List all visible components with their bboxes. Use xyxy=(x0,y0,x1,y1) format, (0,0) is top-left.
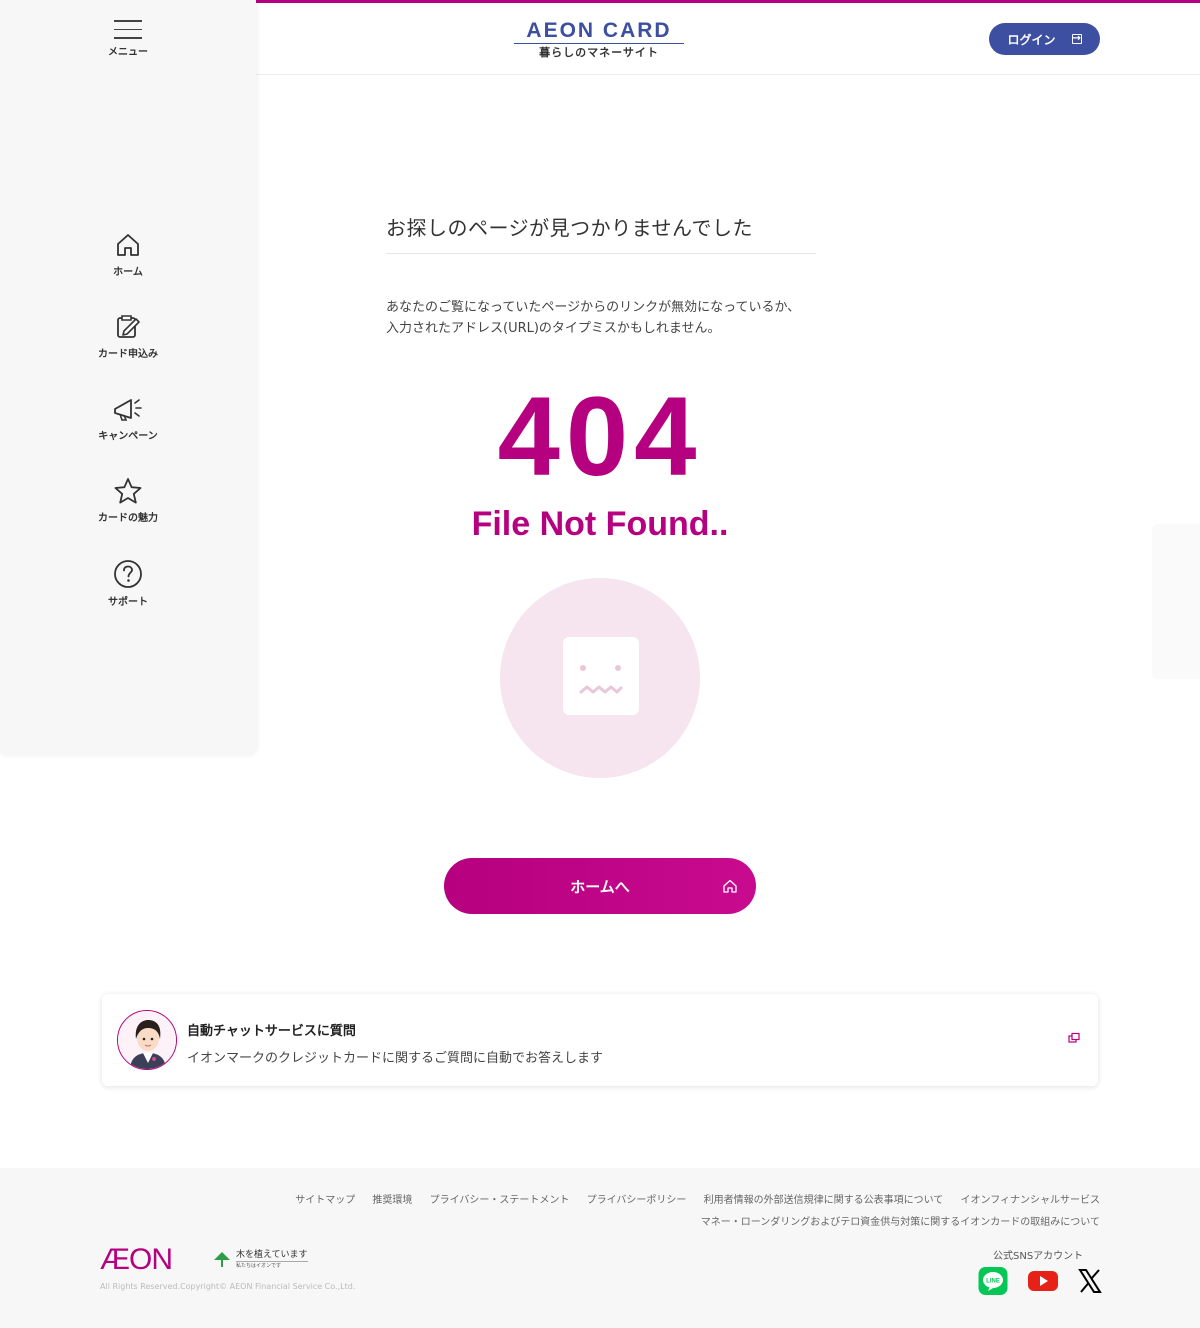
line-link[interactable]: LINE xyxy=(978,1267,1008,1295)
line-icon: LINE xyxy=(978,1267,1008,1295)
error-code: 404 xyxy=(497,374,703,499)
sidebar-item-label: ホーム xyxy=(113,267,143,278)
external-link-icon xyxy=(1068,1032,1080,1043)
hamburger-icon xyxy=(114,20,142,39)
sns-label: 公式SNSアカウント xyxy=(993,1251,1084,1262)
x-link[interactable] xyxy=(1076,1267,1106,1295)
sidebar-item-home[interactable]: ホーム xyxy=(78,231,178,278)
home-icon xyxy=(723,879,737,893)
youtube-link[interactable] xyxy=(1028,1267,1058,1295)
star-icon xyxy=(114,478,142,504)
application-form-icon xyxy=(117,315,140,338)
footer-link-privacy-policy[interactable]: プライバシーポリシー xyxy=(587,1195,687,1206)
footer-link-environment[interactable]: 推奨環境 xyxy=(372,1195,412,1206)
footer-link-sitemap[interactable]: サイトマップ xyxy=(295,1195,355,1206)
error-illustration xyxy=(500,578,700,778)
footer-link-external-transmission[interactable]: 利用者情報の外部送信規律に関する公表事項について xyxy=(704,1195,944,1206)
tree-planting-logo[interactable]: 木を植えています 私たちはイオンです xyxy=(212,1250,308,1270)
aeon-logo[interactable]: ÆON xyxy=(100,1244,173,1276)
sidebar-item-appeal[interactable]: カードの魅力 xyxy=(78,477,178,524)
page-title: お探しのページが見つかりませんでした xyxy=(386,212,816,254)
chat-service-card[interactable]: 自動チャットサービスに質問 イオンマークのクレジットカードに関するご質問に自動で… xyxy=(102,994,1098,1086)
footer: サイトマップ 推奨環境 プライバシー・ステートメント プライバシーポリシー 利用… xyxy=(0,1168,1200,1328)
footer-link-privacy-statement[interactable]: プライバシー・ステートメント xyxy=(430,1195,570,1206)
side-tab[interactable] xyxy=(1152,524,1200,679)
logo-divider xyxy=(514,43,684,44)
home-button-label: ホームへ xyxy=(570,877,630,896)
youtube-icon xyxy=(1028,1271,1058,1291)
menu-button[interactable]: メニュー xyxy=(98,20,158,58)
sidebar: メニュー ホーム カード申込み キャンペーン カードの魅力 サポート xyxy=(0,0,256,754)
footer-links: サイトマップ 推奨環境 プライバシー・ステートメント プライバシーポリシー 利用… xyxy=(200,1190,1100,1234)
header: AEON CARD 暮らしのマネーサイト ログイン → xyxy=(256,3,1200,75)
tree-icon xyxy=(214,1252,230,1267)
logo-main-text: AEON CARD xyxy=(526,19,672,42)
sidebar-item-label: サポート xyxy=(108,597,148,608)
copyright: All Rights Reserved.Copyright© AEON Fina… xyxy=(100,1282,356,1291)
footer-link-aml[interactable]: マネー・ローンダリングおよびテロ資金供与対策に関するイオンカードの取組みについて xyxy=(701,1217,1100,1228)
sidebar-item-campaign[interactable]: キャンペーン xyxy=(78,395,178,442)
chat-subtitle: イオンマークのクレジットカードに関するご質問に自動でお答えします xyxy=(187,1051,604,1066)
megaphone-icon xyxy=(114,399,142,421)
logo-sub-text: 暮らしのマネーサイト xyxy=(539,46,659,59)
footer-link-aeon-financial[interactable]: イオンフィナンシャルサービス xyxy=(961,1195,1101,1206)
sidebar-item-support[interactable]: サポート xyxy=(78,559,178,608)
sidebar-item-label: キャンペーン xyxy=(98,431,158,442)
login-icon: → xyxy=(1071,33,1082,44)
chat-title: 自動チャットサービスに質問 xyxy=(187,1024,356,1039)
login-label: ログイン xyxy=(1007,32,1056,47)
error-text: File Not Found.. xyxy=(471,505,729,543)
x-icon xyxy=(1078,1269,1102,1293)
sad-face-icon xyxy=(563,637,639,715)
home-button[interactable]: ホームへ xyxy=(444,858,756,914)
home-icon xyxy=(117,234,139,256)
menu-label: メニュー xyxy=(108,46,148,58)
error-description: あなたのご覧になっていたページからのリンクが無効になっているか、入力されたアドレ… xyxy=(386,300,801,336)
question-icon xyxy=(114,560,142,588)
aeon-card-logo[interactable]: AEON CARD 暮らしのマネーサイト xyxy=(514,20,684,59)
line-icon-text: LINE xyxy=(986,1279,1000,1285)
sidebar-item-label: カード申込み xyxy=(98,349,158,360)
chat-operator-avatar xyxy=(117,1010,177,1070)
login-button[interactable]: ログイン → xyxy=(989,23,1100,55)
tree-text: 木を植えています xyxy=(236,1250,308,1260)
sidebar-item-label: カードの魅力 xyxy=(98,513,158,524)
sidebar-item-application[interactable]: カード申込み xyxy=(78,313,178,360)
tree-subtext: 私たちはイオンです xyxy=(236,1261,308,1270)
